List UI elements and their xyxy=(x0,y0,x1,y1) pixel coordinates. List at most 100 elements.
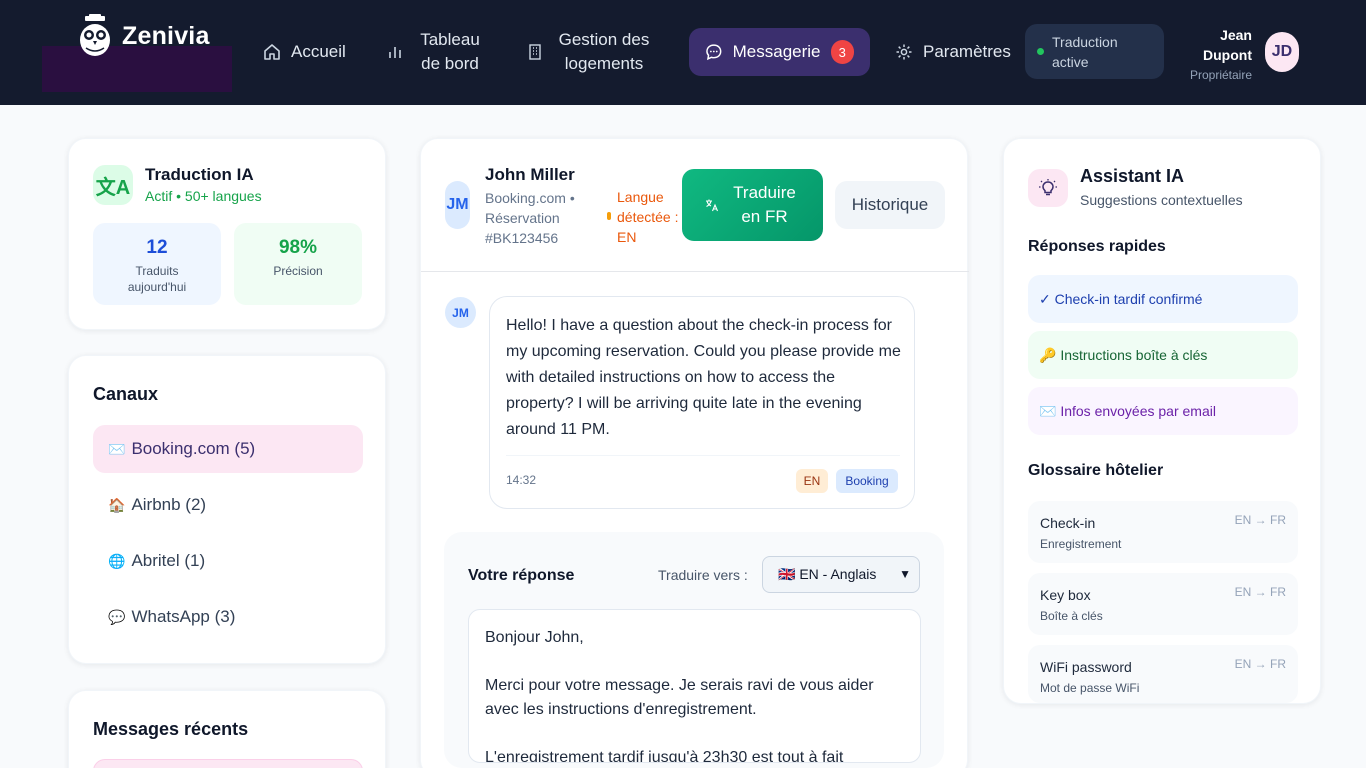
nav-tableau-label: Tableau de bord xyxy=(420,30,480,73)
channel-label: WhatsApp (3) xyxy=(131,607,236,626)
globe-icon: 🌐 xyxy=(108,552,126,569)
glossary-title: Glossaire hôtelier xyxy=(1028,462,1164,479)
top-navigation: Zenivia Accueil Tableau de bord Gestion … xyxy=(0,0,1366,105)
translation-card-subtitle: Actif • 50+ langues xyxy=(145,188,262,204)
reply-paragraph: L'enregistrement tardif jusqu'à 23h30 es… xyxy=(485,749,844,763)
assistant-subtitle: Suggestions contextuelles xyxy=(1080,192,1243,208)
quick-reply-checkin[interactable]: ✓ Check-in tardif confirmé xyxy=(1028,275,1298,323)
assistant-title: Assistant IA xyxy=(1080,166,1185,186)
channel-abritel[interactable]: 🌐 Abritel (1) xyxy=(93,537,363,585)
language-detected-label: Langue détectée : EN xyxy=(617,189,679,245)
glossary-item[interactable]: Key box Boîte à clés EN → FR xyxy=(1028,573,1298,635)
nav-gestion-label: Gestion des logements xyxy=(558,30,650,73)
stat-precision: 98% Précision xyxy=(234,223,362,305)
contact-name: John Miller xyxy=(485,165,575,184)
channel-label: Booking.com (5) xyxy=(131,439,256,458)
nav-gestion-logements[interactable]: Gestion des logements xyxy=(526,28,654,76)
selected-language: 🇬🇧 EN - Anglais xyxy=(778,566,877,582)
channel-whatsapp[interactable]: 💬 WhatsApp (3) xyxy=(93,593,363,641)
unread-count-badge: 3 xyxy=(830,40,854,64)
nav-messagerie-label: Messagerie xyxy=(732,42,821,61)
translate-icon: 文A xyxy=(93,165,133,205)
quick-reply-keybox[interactable]: 🔑 Instructions boîte à clés xyxy=(1028,331,1298,379)
stat-caption: Traduits aujourd'hui xyxy=(127,264,187,294)
glossary-translation: Enregistrement xyxy=(1040,537,1122,551)
contact-avatar: JM xyxy=(445,181,470,229)
nav-tableau-de-bord[interactable]: Tableau de bord xyxy=(386,28,486,76)
glossary-direction: EN → FR xyxy=(1234,585,1286,599)
glossary-translation: Boîte à clés xyxy=(1040,609,1103,623)
target-language-select[interactable]: 🇬🇧 EN - Anglais ▼ xyxy=(762,556,920,593)
stat-caption: Précision xyxy=(273,264,323,278)
nav-accueil-label: Accueil xyxy=(291,42,346,61)
history-button[interactable]: Historique xyxy=(835,181,945,229)
user-role: Propriétaire xyxy=(1189,68,1252,82)
channel-label: Airbnb (2) xyxy=(131,495,207,514)
translation-status-label: Traduction active xyxy=(1052,33,1118,70)
reply-title: Votre réponse xyxy=(468,567,575,584)
lightbulb-icon xyxy=(1028,169,1068,207)
message-icon xyxy=(706,44,722,61)
translate-fr-button[interactable]: Traduire en FR xyxy=(682,169,823,241)
nav-parametres-label: Paramètres xyxy=(923,42,1011,61)
chevron-down-icon: ▼ xyxy=(899,567,911,581)
message-time: 14:32 xyxy=(506,473,537,487)
translation-status-pill[interactable]: Traduction active xyxy=(1025,24,1164,79)
header-divider xyxy=(421,271,969,272)
channel-airbnb[interactable]: 🏠 Airbnb (2) xyxy=(93,481,363,529)
glossary-item[interactable]: Check-in Enregistrement EN → FR xyxy=(1028,501,1298,563)
channels-title: Canaux xyxy=(93,384,159,404)
detected-dot xyxy=(607,212,611,220)
translation-card-title: Traduction IA xyxy=(145,165,254,184)
translate-button-label: Traduire en FR xyxy=(733,183,796,226)
stat-value: 12 xyxy=(146,237,168,258)
brand[interactable]: Zenivia xyxy=(78,14,210,58)
translate-icon xyxy=(705,199,718,212)
nav-parametres[interactable]: Paramètres xyxy=(895,40,1011,64)
nav-messagerie[interactable]: Messagerie 3 xyxy=(689,28,870,76)
channels-card: Canaux ✉️ Booking.com (5) 🏠 Airbnb (2) 🌐… xyxy=(68,355,386,664)
quick-replies-title: Réponses rapides xyxy=(1028,238,1166,255)
contact-meta: Booking.com • Réservation #BK123456 xyxy=(485,190,575,246)
glossary-item[interactable]: WiFi password Mot de passe WiFi EN → FR xyxy=(1028,645,1298,703)
assistant-panel: Assistant IA Suggestions contextuelles R… xyxy=(1003,138,1321,704)
speech-bubble-icon: 💬 xyxy=(108,608,126,625)
home-icon xyxy=(264,44,280,60)
incoming-message[interactable]: Hello! I have a question about the check… xyxy=(489,296,915,509)
reply-paragraph: Bonjour John, xyxy=(485,629,584,646)
language-detected: Langue détectée : EN xyxy=(607,187,683,247)
translate-to-label: Traduire vers : xyxy=(658,567,748,583)
channel-label: Abritel (1) xyxy=(131,551,206,570)
reply-textarea[interactable]: Bonjour John, Merci pour votre message. … xyxy=(468,609,921,763)
building-icon xyxy=(529,44,541,60)
mail-icon: ✉️ xyxy=(108,440,126,457)
user-info[interactable]: Jean Dupont Propriétaire xyxy=(1190,25,1252,83)
glossary-translation: Mot de passe WiFi xyxy=(1040,681,1140,695)
recent-message-item[interactable] xyxy=(93,759,363,768)
glossary-term: Check-in xyxy=(1040,515,1096,531)
stat-translated-today: 12 Traduits aujourd'hui xyxy=(93,223,221,305)
stat-value: 98% xyxy=(278,237,318,258)
reply-paragraph: Merci pour votre message. Je serais ravi… xyxy=(485,677,874,718)
status-dot xyxy=(1037,48,1044,55)
message-divider xyxy=(506,455,900,456)
avatar[interactable]: JD xyxy=(1265,32,1299,72)
language-tag: EN xyxy=(796,469,828,493)
recent-messages-card: Messages récents xyxy=(68,690,386,768)
translation-ia-card: 文A Traduction IA Actif • 50+ langues 12 … xyxy=(68,138,386,330)
glossary-term: Key box xyxy=(1040,587,1091,603)
brand-name: Zenivia xyxy=(122,21,210,50)
channel-tag: Booking xyxy=(836,469,898,493)
recent-messages-title: Messages récents xyxy=(93,719,249,739)
owl-logo-icon xyxy=(80,14,110,56)
glossary-direction: EN → FR xyxy=(1234,657,1286,671)
message-text: Hello! I have a question about the check… xyxy=(506,317,901,438)
house-icon: 🏠 xyxy=(108,496,126,513)
glossary-term: WiFi password xyxy=(1040,659,1132,675)
user-last-name: Dupont xyxy=(1203,47,1252,63)
nav-accueil[interactable]: Accueil xyxy=(263,40,346,64)
channel-booking[interactable]: ✉️ Booking.com (5) xyxy=(93,425,363,473)
bar-chart-icon xyxy=(389,47,401,58)
quick-reply-email[interactable]: ✉️ Infos envoyées par email xyxy=(1028,387,1298,435)
glossary-direction: EN → FR xyxy=(1234,513,1286,527)
